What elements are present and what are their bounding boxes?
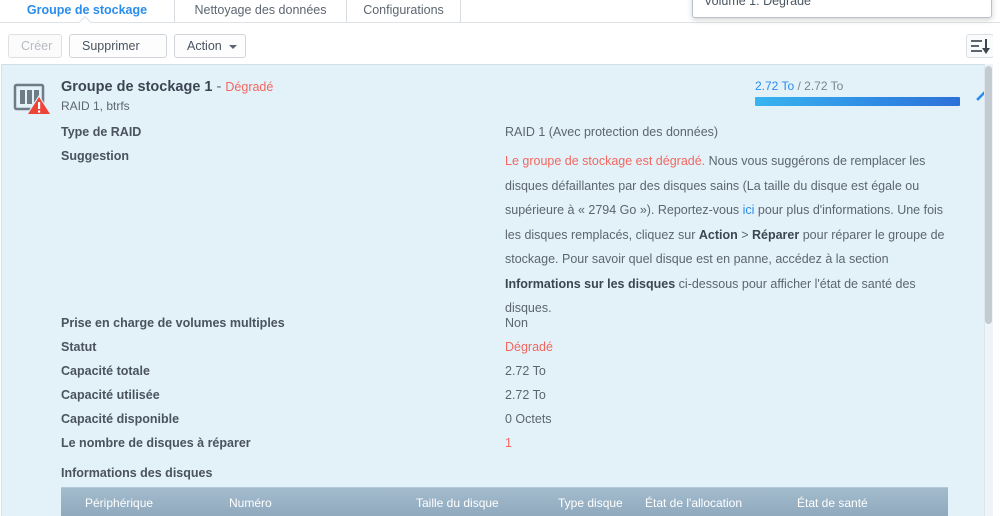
column-header-device[interactable]: Périphérique bbox=[85, 496, 153, 510]
column-header-disk-type[interactable]: Type disque bbox=[558, 496, 623, 510]
label-suggestion: Suggestion bbox=[61, 149, 130, 163]
label-used-capacity: Capacité utilisée bbox=[61, 388, 160, 402]
capacity-text: 2.72 To / 2.72 To bbox=[755, 79, 843, 93]
tooltip-text: Volume 1: Dégradé bbox=[704, 0, 812, 8]
label-total-capacity: Capacité totale bbox=[61, 364, 150, 378]
suggestion-bold-repair: Réparer bbox=[751, 227, 800, 242]
capacity-used: 2.72 To bbox=[755, 79, 795, 93]
create-button[interactable]: Créer bbox=[8, 34, 62, 58]
pool-status-inline: Dégradé bbox=[225, 80, 274, 94]
pool-title-separator: - bbox=[212, 79, 226, 95]
disks-section-title: Informations des disques bbox=[61, 466, 213, 480]
disks-table-header: Périphérique Numéro Taille du disque Typ… bbox=[61, 487, 948, 516]
window-right-edge bbox=[993, 23, 1000, 516]
label-status: Statut bbox=[61, 340, 97, 354]
pool-title: Groupe de stockage 1 - Dégradé bbox=[61, 79, 273, 95]
pool-name: Groupe de stockage 1 bbox=[61, 79, 213, 95]
capacity-bar bbox=[755, 97, 960, 106]
label-available-capacity: Capacité disponible bbox=[61, 412, 180, 426]
value-used-capacity: 2.72 To bbox=[505, 388, 546, 402]
value-raid-type: RAID 1 (Avec protection des données) bbox=[505, 125, 719, 139]
label-raid-type: Type de RAID bbox=[61, 125, 142, 139]
label-multivolume: Prise en charge de volumes multiples bbox=[61, 316, 285, 330]
value-available-capacity: 0 Octets bbox=[505, 412, 552, 426]
capacity-separator: / bbox=[794, 79, 805, 93]
suggestion-help-link[interactable]: ici bbox=[743, 203, 755, 217]
column-header-allocation-status[interactable]: État de l'allocation bbox=[645, 496, 742, 510]
suggestion-alert: Le groupe de stockage est dégradé. bbox=[505, 154, 706, 168]
value-multivolume: Non bbox=[505, 316, 528, 330]
active-tab-notch bbox=[78, 16, 92, 23]
tab-underline bbox=[0, 22, 1000, 23]
suggestion-part3: > bbox=[737, 227, 752, 242]
suggestion-bold-action: Action bbox=[698, 227, 738, 242]
storage-pool-warning-icon bbox=[13, 81, 53, 117]
suggestion-bold-diskinfo: Informations sur les disques bbox=[505, 276, 676, 291]
volume-status-tooltip: Volume 1: Dégradé bbox=[692, 0, 992, 18]
action-menu-button[interactable]: Action bbox=[174, 34, 246, 58]
sort-order-button[interactable] bbox=[966, 34, 994, 58]
chevron-down-icon bbox=[229, 45, 237, 49]
value-suggestion: Le groupe de stockage est dégradé. Nous … bbox=[505, 149, 950, 321]
value-disks-to-repair: 1 bbox=[505, 436, 512, 450]
label-disks-to-repair: Le nombre de disques à réparer bbox=[61, 436, 251, 450]
delete-button[interactable]: Supprimer bbox=[69, 34, 167, 58]
capacity-total: 2.72 To bbox=[804, 79, 844, 93]
toolbar: Créer Supprimer Action bbox=[0, 23, 1000, 64]
column-header-number[interactable]: Numéro bbox=[229, 496, 272, 510]
sort-descending-icon bbox=[971, 39, 990, 54]
tab-configurations[interactable]: Configurations bbox=[347, 0, 461, 22]
storage-manager-window: Volume 1: Dégradé Groupe de stockage Net… bbox=[0, 0, 1000, 516]
column-header-disk-size[interactable]: Taille du disque bbox=[416, 496, 499, 510]
value-status: Dégradé bbox=[505, 340, 553, 354]
value-total-capacity: 2.72 To bbox=[505, 364, 546, 378]
action-menu-label: Action bbox=[187, 39, 222, 53]
panel-scrollbar-thumb[interactable] bbox=[985, 66, 992, 324]
column-header-health-status[interactable]: État de santé bbox=[797, 496, 868, 510]
capacity-bar-fill bbox=[755, 97, 960, 106]
pool-subtitle: RAID 1, btrfs bbox=[61, 99, 130, 113]
tab-data-scrubbing[interactable]: Nettoyage des données bbox=[175, 0, 347, 22]
